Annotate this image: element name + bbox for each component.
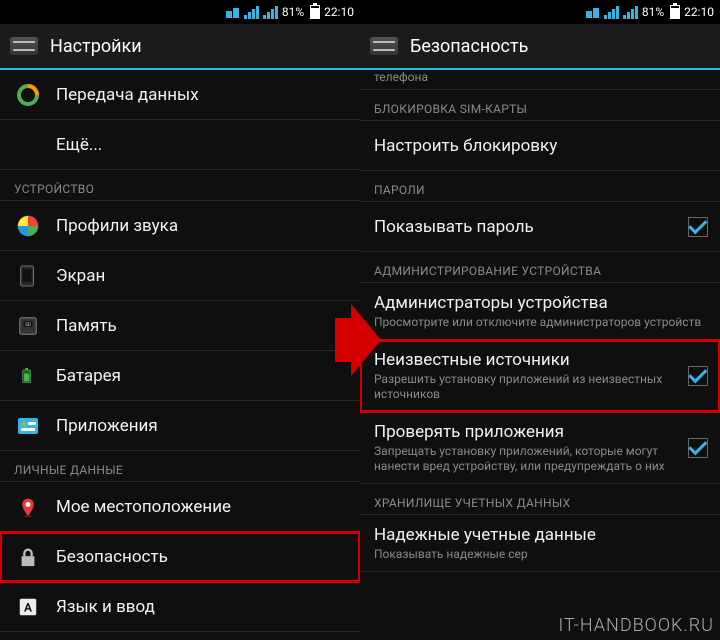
svg-text:A: A [24, 600, 32, 614]
item-battery[interactable]: Батарея [0, 351, 360, 401]
item-label: Настроить блокировку [374, 136, 706, 156]
item-label: Проверять приложения [374, 422, 672, 442]
item-label: Ещё... [56, 135, 346, 155]
battery-pct: 81% [282, 5, 304, 19]
category-device-admin: АДМИНИСТРИРОВАНИЕ УСТРОЙСТВА [360, 252, 720, 283]
checkbox[interactable] [688, 366, 708, 386]
titlebar: Настройки [0, 24, 360, 70]
storage-icon: SD [14, 312, 42, 340]
item-security[interactable]: Безопасность [0, 532, 360, 582]
item-data-usage[interactable]: Передача данных [0, 70, 360, 120]
item-label: Язык и ввод [56, 597, 346, 617]
item-label: Надежные учетные данные [374, 525, 706, 545]
page-title: Настройки [50, 36, 142, 57]
sim-icon [226, 7, 240, 17]
item-label: Администраторы устройства [374, 293, 706, 313]
item-sound-profiles[interactable]: Профили звука [0, 201, 360, 251]
item-label: Показывать пароль [374, 217, 672, 237]
item-location[interactable]: Мое местоположение [0, 482, 360, 532]
checkbox[interactable] [688, 217, 708, 237]
item-display[interactable]: Экран [0, 251, 360, 301]
status-bar: 81% 22:10 [0, 0, 360, 24]
battery-icon [670, 5, 680, 19]
item-show-password[interactable]: Показывать пароль [360, 202, 720, 252]
item-sublabel: Запрещать установку приложений, которые … [374, 444, 672, 473]
battery-icon [310, 5, 320, 19]
lock-icon [14, 543, 42, 571]
category-passwords: ПАРОЛИ [360, 171, 720, 202]
language-icon: A [14, 593, 42, 621]
item-sim-lock[interactable]: Настроить блокировку [360, 121, 720, 171]
item-label: Передача данных [56, 85, 346, 105]
settings-list[interactable]: Передача данных Ещё... УСТРОЙСТВО Профил… [0, 70, 360, 640]
signal-icon-2 [623, 6, 638, 19]
sim-icon [586, 7, 600, 17]
checkbox[interactable] [688, 438, 708, 458]
item-label: Мое местоположение [56, 497, 346, 517]
phone-right: 81% 22:10 Безопасность телефона БЛОКИРОВ… [360, 0, 720, 640]
category-sim-lock: БЛОКИРОВКА SIM-КАРТЫ [360, 90, 720, 121]
item-sublabel: Разрешить установку приложений из неизве… [374, 372, 672, 401]
item-storage[interactable]: SD Память [0, 301, 360, 351]
signal-icon-2 [263, 6, 278, 19]
settings-icon [10, 37, 38, 55]
item-more[interactable]: Ещё... [0, 120, 360, 170]
item-trusted-credentials[interactable]: Надежные учетные данные Показывать надеж… [360, 515, 720, 572]
item-sublabel: Показывать надежные сер [374, 547, 706, 561]
item-label: Приложения [56, 416, 346, 436]
settings-icon [370, 37, 398, 55]
signal-icon [244, 6, 259, 19]
category-credentials: ХРАНИЛИЩЕ УЧЕТНЫХ ДАННЫХ [360, 484, 720, 515]
item-unknown-sources[interactable]: Неизвестные источники Разрешить установк… [360, 340, 720, 412]
item-label: Неизвестные источники [374, 350, 672, 370]
apps-icon [14, 412, 42, 440]
item-apps[interactable]: Приложения [0, 401, 360, 451]
page-title: Безопасность [410, 36, 528, 57]
item-label: Батарея [56, 366, 346, 386]
display-icon [14, 262, 42, 290]
sound-icon [14, 212, 42, 240]
item-label: Память [56, 316, 346, 336]
category-personal: ЛИЧНЫЕ ДАННЫЕ [0, 451, 360, 482]
partial-label: телефона [374, 70, 428, 84]
item-verify-apps[interactable]: Проверять приложения Запрещать установку… [360, 412, 720, 484]
titlebar: Безопасность [360, 24, 720, 70]
item-language[interactable]: A Язык и ввод [0, 582, 360, 632]
data-usage-icon [14, 81, 42, 109]
phone-left: 81% 22:10 Настройки Передача данных Ещё.… [0, 0, 360, 640]
svg-text:SD: SD [25, 322, 31, 328]
battery-icon-row [14, 362, 42, 390]
watermark: IT-HANDBOOK.RU [558, 615, 714, 636]
battery-pct: 81% [642, 5, 664, 19]
signal-icon [604, 6, 619, 19]
item-label: Экран [56, 266, 346, 286]
security-list[interactable]: телефона БЛОКИРОВКА SIM-КАРТЫ Настроить … [360, 70, 720, 640]
category-device: УСТРОЙСТВО [0, 170, 360, 201]
location-icon [14, 493, 42, 521]
status-bar: 81% 22:10 [360, 0, 720, 24]
item-label: Безопасность [56, 547, 346, 567]
item-label: Профили звука [56, 216, 346, 236]
clock: 22:10 [684, 5, 714, 19]
partial-row-top: телефона [360, 70, 720, 90]
clock: 22:10 [324, 5, 354, 19]
item-device-admins[interactable]: Администраторы устройства Просмотрите ил… [360, 283, 720, 340]
item-sublabel: Просмотрите или отключите администраторо… [374, 315, 706, 329]
